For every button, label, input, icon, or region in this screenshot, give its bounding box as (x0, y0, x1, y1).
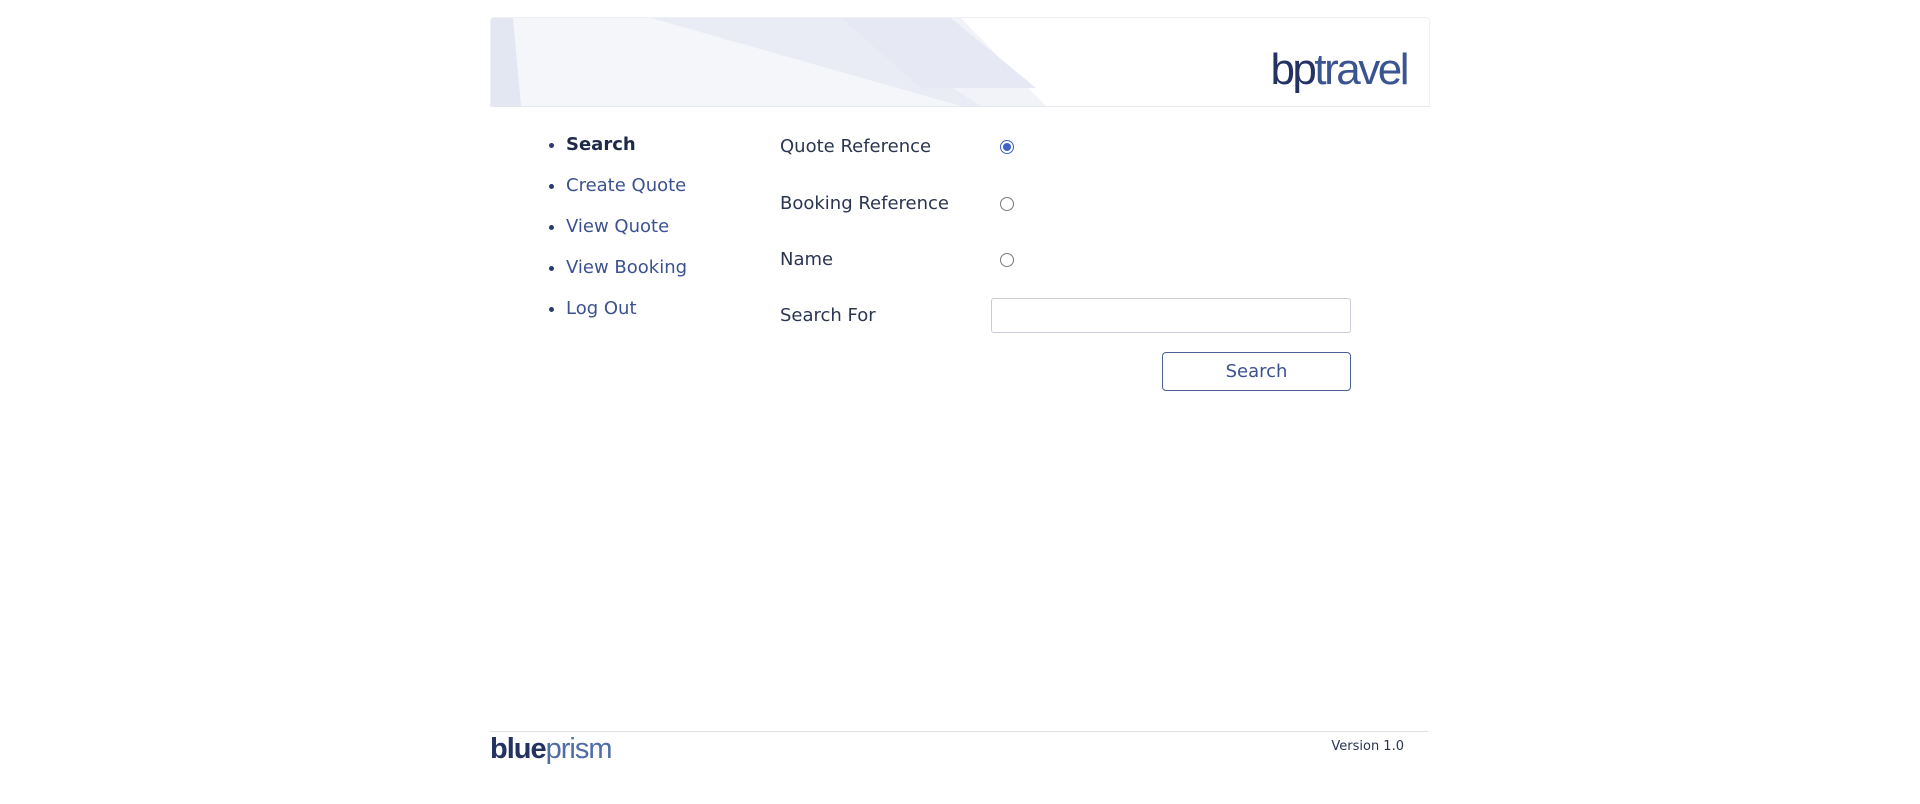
quote-reference-label: Quote Reference (780, 136, 932, 157)
logo-part-prism: prism (545, 733, 613, 765)
booking-reference-radio[interactable] (1000, 197, 1014, 211)
footer-divider (490, 731, 1428, 732)
bptravel-logo: bptravel (1270, 45, 1409, 94)
nav-item-log-out: Log Out (566, 295, 687, 336)
nav-item-view-quote: View Quote (566, 213, 687, 254)
nav-link-search[interactable]: Search (566, 134, 636, 155)
nav-item-view-booking: View Booking (566, 254, 687, 295)
search-for-input[interactable] (991, 298, 1351, 333)
nav-item-search: Search (566, 131, 687, 172)
logo-part-blue: blue (490, 733, 547, 765)
logo-part-travel: travel (1314, 45, 1409, 94)
nav-link-log-out[interactable]: Log Out (566, 298, 637, 319)
nav-item-create-quote: Create Quote (566, 172, 687, 213)
page: bptravel Search Create Quote View Quote … (0, 0, 1920, 804)
logo-part-bp: bp (1270, 45, 1316, 94)
booking-reference-label: Booking Reference (780, 193, 949, 214)
name-radio[interactable] (1000, 253, 1014, 267)
nav-link-create-quote[interactable]: Create Quote (566, 175, 686, 196)
main-nav: Search Create Quote View Quote View Book… (548, 131, 687, 336)
version-text: Version 1.0 (1331, 739, 1404, 754)
header-banner: bptravel (490, 17, 1430, 107)
name-label: Name (780, 249, 834, 270)
nav-link-view-booking[interactable]: View Booking (566, 257, 687, 278)
search-for-label: Search For (780, 305, 876, 326)
nav-link-view-quote[interactable]: View Quote (566, 216, 669, 237)
quote-reference-radio[interactable] (1000, 140, 1014, 154)
blueprism-logo: blueprism (490, 733, 613, 765)
search-button[interactable]: Search (1162, 352, 1351, 391)
